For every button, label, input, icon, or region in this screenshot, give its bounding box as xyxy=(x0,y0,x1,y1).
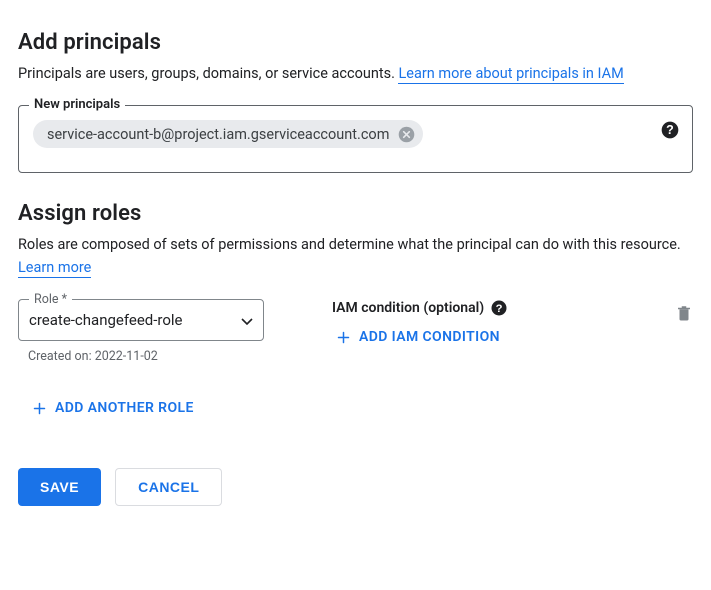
trash-icon xyxy=(675,303,693,323)
add-principals-heading: Add principals xyxy=(18,30,693,55)
assign-roles-heading: Assign roles xyxy=(18,201,693,226)
add-iam-condition-button[interactable]: ADD IAM CONDITION xyxy=(332,321,504,353)
condition-column: IAM condition (optional) ? ADD IAM CONDI… xyxy=(332,299,693,353)
principal-chip-text: service-account-b@project.iam.gserviceac… xyxy=(47,126,389,143)
role-select-label: Role * xyxy=(29,292,72,307)
principals-help-button[interactable]: ? xyxy=(660,120,680,140)
role-helper-text: Created on: 2022-11-02 xyxy=(28,349,264,364)
plus-icon xyxy=(32,401,47,416)
iam-condition-help-button[interactable]: ? xyxy=(490,299,508,317)
learn-more-roles-link[interactable]: Learn more xyxy=(18,259,91,278)
button-row: SAVE CANCEL xyxy=(18,468,693,506)
chip-remove-button[interactable] xyxy=(397,125,415,143)
role-select-value: create-changefeed-role xyxy=(29,311,183,329)
role-select[interactable]: Role * create-changefeed-role xyxy=(18,299,264,341)
iam-condition-label: IAM condition (optional) xyxy=(332,300,484,316)
save-button[interactable]: SAVE xyxy=(18,468,101,506)
iam-condition-label-row: IAM condition (optional) ? xyxy=(332,299,508,317)
svg-text:?: ? xyxy=(666,124,674,138)
plus-icon xyxy=(336,330,351,345)
cancel-button[interactable]: CANCEL xyxy=(115,468,222,506)
principal-chip: service-account-b@project.iam.gserviceac… xyxy=(33,120,423,148)
assign-roles-description: Roles are composed of sets of permission… xyxy=(18,234,693,279)
help-icon: ? xyxy=(490,299,508,317)
role-row: Role * create-changefeed-role Created on… xyxy=(18,299,693,364)
new-principals-label: New principals xyxy=(29,97,125,112)
add-principals-desc-text: Principals are users, groups, domains, o… xyxy=(18,65,398,82)
caret-down-icon xyxy=(241,318,253,325)
add-principals-description: Principals are users, groups, domains, o… xyxy=(18,63,693,85)
add-another-role-button[interactable]: ADD ANOTHER ROLE xyxy=(32,400,194,416)
add-another-role-label: ADD ANOTHER ROLE xyxy=(55,400,194,416)
svg-text:?: ? xyxy=(496,303,503,315)
new-principals-field[interactable]: New principals service-account-b@project… xyxy=(18,105,693,173)
role-select-wrap: Role * create-changefeed-role Created on… xyxy=(18,299,264,364)
help-icon: ? xyxy=(660,120,680,140)
close-circle-icon xyxy=(398,126,415,143)
dropdown-caret xyxy=(241,311,253,329)
learn-more-principals-link[interactable]: Learn more about principals in IAM xyxy=(398,65,623,84)
add-iam-condition-label: ADD IAM CONDITION xyxy=(359,329,500,345)
assign-roles-desc-text: Roles are composed of sets of permission… xyxy=(18,236,681,253)
delete-role-button[interactable] xyxy=(675,299,693,327)
